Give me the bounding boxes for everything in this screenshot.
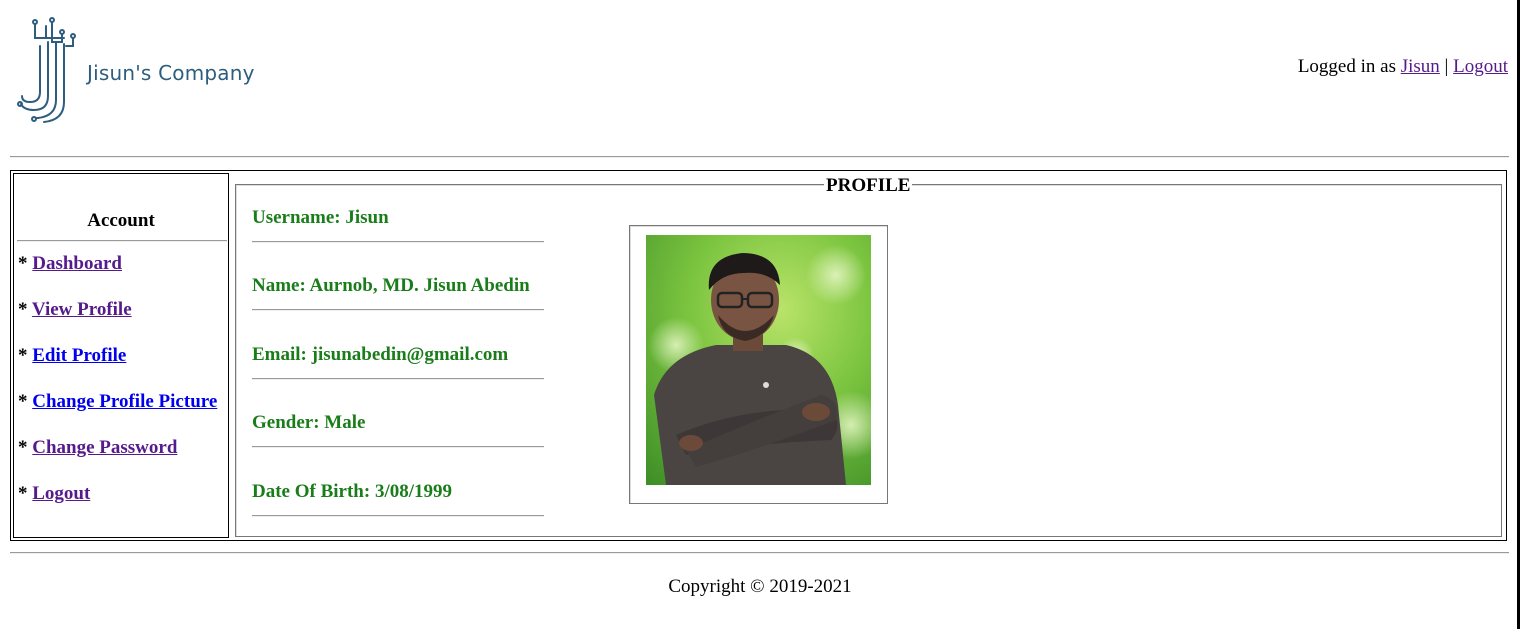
dob-value: Date Of Birth: 3/08/1999 [252, 481, 453, 502]
logged-in-label: Logged in as [1297, 56, 1401, 77]
field-divider [252, 446, 544, 448]
sidebar-title: Account [87, 210, 155, 231]
dob-field: Date Of Birth: 3/08/1999 [252, 481, 544, 517]
sidebar-item-change-password: * Change Password [18, 437, 217, 483]
bullet: * [18, 253, 33, 274]
profile-legend: PROFILE [824, 175, 913, 197]
field-divider [252, 309, 544, 311]
bullet: * [18, 391, 33, 412]
bullet: * [18, 483, 33, 504]
view-profile-link[interactable]: View Profile [32, 299, 132, 320]
name-field: Name: Aurnob, MD. Jisun Abedin [252, 275, 544, 311]
username-value: Username: Jisun [252, 207, 389, 228]
field-divider [252, 378, 544, 380]
company-name: Jisun's Company [87, 61, 255, 85]
username-field: Username: Jisun [252, 207, 544, 243]
company-logo [16, 16, 82, 124]
copyright-text: Copyright © 2019-2021 [668, 576, 852, 597]
bullet: * [18, 299, 32, 320]
profile-fieldset: PROFILE Username: Jisun Name: Aurnob, MD… [235, 175, 1502, 537]
main-layout-table: Account * Dashboard * View Profile * Edi… [10, 170, 1507, 541]
email-value: Email: jisunabedin@gmail.com [252, 344, 509, 365]
sidebar-item-dashboard: * Dashboard [18, 253, 217, 299]
gender-value: Gender: Male [252, 412, 366, 433]
sidebar-item-view-profile: * View Profile [18, 299, 217, 345]
profile-picture [646, 235, 871, 485]
gender-field: Gender: Male [252, 412, 544, 448]
login-separator: | [1439, 56, 1454, 77]
email-field: Email: jisunabedin@gmail.com [252, 344, 544, 380]
username-link[interactable]: Jisun [1401, 56, 1440, 77]
change-profile-picture-link[interactable]: Change Profile Picture [32, 391, 217, 412]
sidebar-divider [17, 240, 227, 242]
sidebar-logout-link[interactable]: Logout [32, 483, 90, 504]
bullet: * [18, 345, 33, 366]
bullet: * [18, 437, 33, 458]
edit-profile-link[interactable]: Edit Profile [32, 345, 126, 366]
field-divider [252, 515, 544, 517]
account-menu: * Dashboard * View Profile * Edit Profil… [18, 253, 217, 529]
login-status: Logged in as Jisun | Logout [1298, 56, 1508, 78]
sidebar-item-logout: * Logout [18, 483, 217, 529]
profile-picture-frame [629, 225, 888, 504]
dashboard-link[interactable]: Dashboard [32, 253, 122, 274]
sidebar-item-change-picture: * Change Profile Picture [18, 391, 217, 437]
account-sidebar: Account * Dashboard * View Profile * Edi… [13, 173, 229, 538]
change-password-link[interactable]: Change Password [32, 437, 177, 458]
footer-divider [10, 552, 1509, 554]
header-divider [10, 156, 1509, 158]
header-logout-link[interactable]: Logout [1453, 56, 1508, 77]
sidebar-item-edit-profile: * Edit Profile [18, 345, 217, 391]
field-divider [252, 241, 544, 243]
name-value: Name: Aurnob, MD. Jisun Abedin [252, 275, 530, 296]
